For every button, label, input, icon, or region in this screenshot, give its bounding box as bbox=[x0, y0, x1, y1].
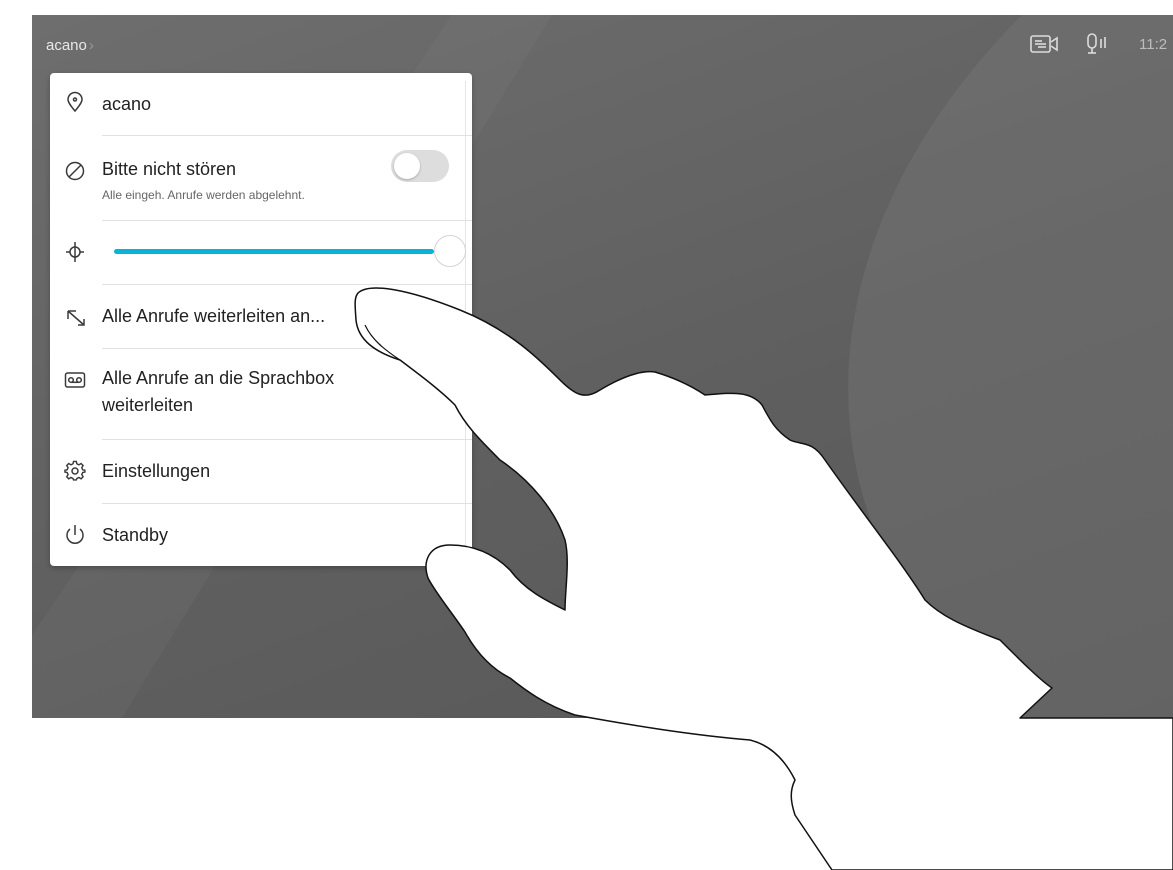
toggle-knob bbox=[394, 153, 420, 179]
device-name: acano bbox=[46, 37, 87, 54]
brightness-slider-thumb[interactable] bbox=[434, 235, 466, 267]
forward-all-label: Alle Anrufe weiterleiten an... bbox=[102, 306, 326, 326]
do-not-disturb-label: Bitte nicht stören bbox=[102, 159, 237, 179]
forward-arrow-icon bbox=[64, 306, 86, 328]
panel-scrollbar[interactable] bbox=[465, 81, 466, 561]
location-pin-icon bbox=[64, 91, 86, 113]
standby-label: Standby bbox=[102, 525, 169, 545]
clock: 11:2 bbox=[1139, 36, 1168, 53]
settings-row[interactable]: Einstellungen bbox=[50, 440, 463, 502]
chevron-right-icon: › bbox=[88, 37, 94, 54]
settings-panel: acano Bitte nicht stören Alle eingeh. An… bbox=[50, 73, 472, 566]
microphone-button[interactable] bbox=[1085, 33, 1111, 55]
voicemail-label-line1: Alle Anrufe an die Sprachbox bbox=[102, 368, 335, 388]
gear-icon bbox=[64, 460, 86, 482]
camera-settings-button[interactable] bbox=[1030, 33, 1060, 55]
do-not-disturb-sublabel: Alle eingeh. Anrufe werden abgelehnt. bbox=[102, 188, 305, 202]
power-icon bbox=[64, 524, 86, 546]
brightness-row bbox=[50, 221, 466, 283]
device-name-breadcrumb[interactable]: acano › bbox=[46, 37, 94, 54]
brightness-icon bbox=[64, 241, 86, 263]
block-icon bbox=[64, 160, 86, 182]
settings-label: Einstellungen bbox=[102, 461, 211, 481]
microphone-icon bbox=[1087, 33, 1106, 54]
standby-row[interactable]: Standby bbox=[50, 504, 463, 566]
voicemail-icon bbox=[64, 369, 86, 391]
camera-settings-icon bbox=[1030, 35, 1058, 53]
voicemail-row[interactable]: Alle Anrufe an die Sprachbox weiterleite… bbox=[50, 349, 463, 439]
forward-all-row[interactable]: Alle Anrufe weiterleiten an... bbox=[50, 285, 463, 347]
do-not-disturb-row[interactable]: Bitte nicht stören Alle eingeh. Anrufe w… bbox=[50, 136, 463, 220]
device-screen: acano › 11:2 acano Bitte nicht stören Al… bbox=[32, 15, 1173, 718]
voicemail-label-line2: weiterleiten bbox=[102, 395, 194, 415]
brightness-slider-track[interactable] bbox=[114, 249, 434, 254]
location-label: acano bbox=[102, 94, 152, 114]
location-row: acano bbox=[50, 73, 463, 135]
do-not-disturb-toggle[interactable] bbox=[391, 150, 449, 182]
